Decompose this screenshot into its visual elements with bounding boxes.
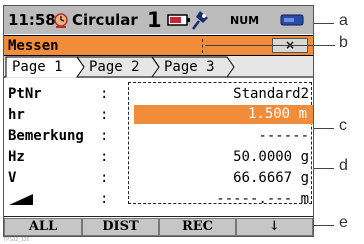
memory-card-icon [280,14,304,26]
field-colon: : [100,86,109,102]
callout-d: d [339,157,348,174]
field-colon: : [100,107,109,123]
callout-line-d [314,168,334,169]
field-colon: : [100,149,109,165]
field-label: V [8,170,17,186]
dialog-title: Messen [8,38,59,54]
callout-line-a [314,23,334,24]
callout-line-b [205,45,335,46]
callout-e: e [339,214,348,231]
field-colon: : [100,191,109,207]
page-tabs: Page 1 Page 2 Page 3 [4,56,313,78]
field-colon: : [100,128,109,144]
field-label: Bemerkung [8,128,84,144]
field-colon: : [100,170,109,186]
measurement-form: PtNr : Standard2 hr : 1.500 m Bemerkung … [4,78,313,207]
tab-page-2[interactable]: Page 2 [89,59,140,75]
callout-b: b [339,34,348,51]
prism-icon [192,11,208,30]
callout-line-c [314,128,334,129]
callout-a: a [339,12,348,29]
softkey-all[interactable]: ALL [4,218,82,236]
field-value-selected[interactable]: 1.500 m [134,105,313,124]
field-row: Bemerkung : ------ [4,126,313,147]
field-row: hr : 1.500 m [4,105,313,126]
softkey-page-down[interactable]: ↓ [236,218,313,236]
tab-page-3[interactable]: Page 3 [164,59,215,75]
softkey-bar: ALL DIST REC ↓ [4,216,313,236]
field-row: V : 66.6667 g [4,168,313,189]
status-num: NUM [230,14,260,27]
field-value: 66.6667 g [233,170,309,186]
status-face: 1 [147,8,162,32]
status-mode: Circular [72,11,138,29]
softkey-dist[interactable]: DIST [82,218,159,236]
tab-page-1[interactable]: Page 1 [12,59,63,75]
field-value: 50.0000 g [233,149,309,165]
field-row: PtNr : Standard2 [4,84,313,105]
field-value: -----.--- m [216,191,309,207]
field-value[interactable]: Standard2 [233,86,309,102]
instrument-screen: 11:58 Circular 1 NUM Messen × Page 1 Pag… [3,5,314,237]
callout-c: c [339,117,347,134]
field-row: : -----.--- m [4,189,313,210]
field-label: PtNr [8,86,42,102]
field-label: Hz [8,149,25,165]
field-label: hr [8,107,25,123]
battery-icon [167,14,190,26]
slope-distance-icon [9,194,33,205]
status-bar: 11:58 Circular 1 NUM [4,6,313,34]
clock-icon [54,13,68,28]
figure-caption: TPS12_126 [3,237,30,243]
field-value[interactable]: ------ [258,128,309,144]
title-divider [202,39,203,53]
field-row: Hz : 50.0000 g [4,147,313,168]
softkey-rec[interactable]: REC [159,218,236,236]
status-time: 11:58 [8,11,56,29]
callout-line-e [314,225,334,226]
